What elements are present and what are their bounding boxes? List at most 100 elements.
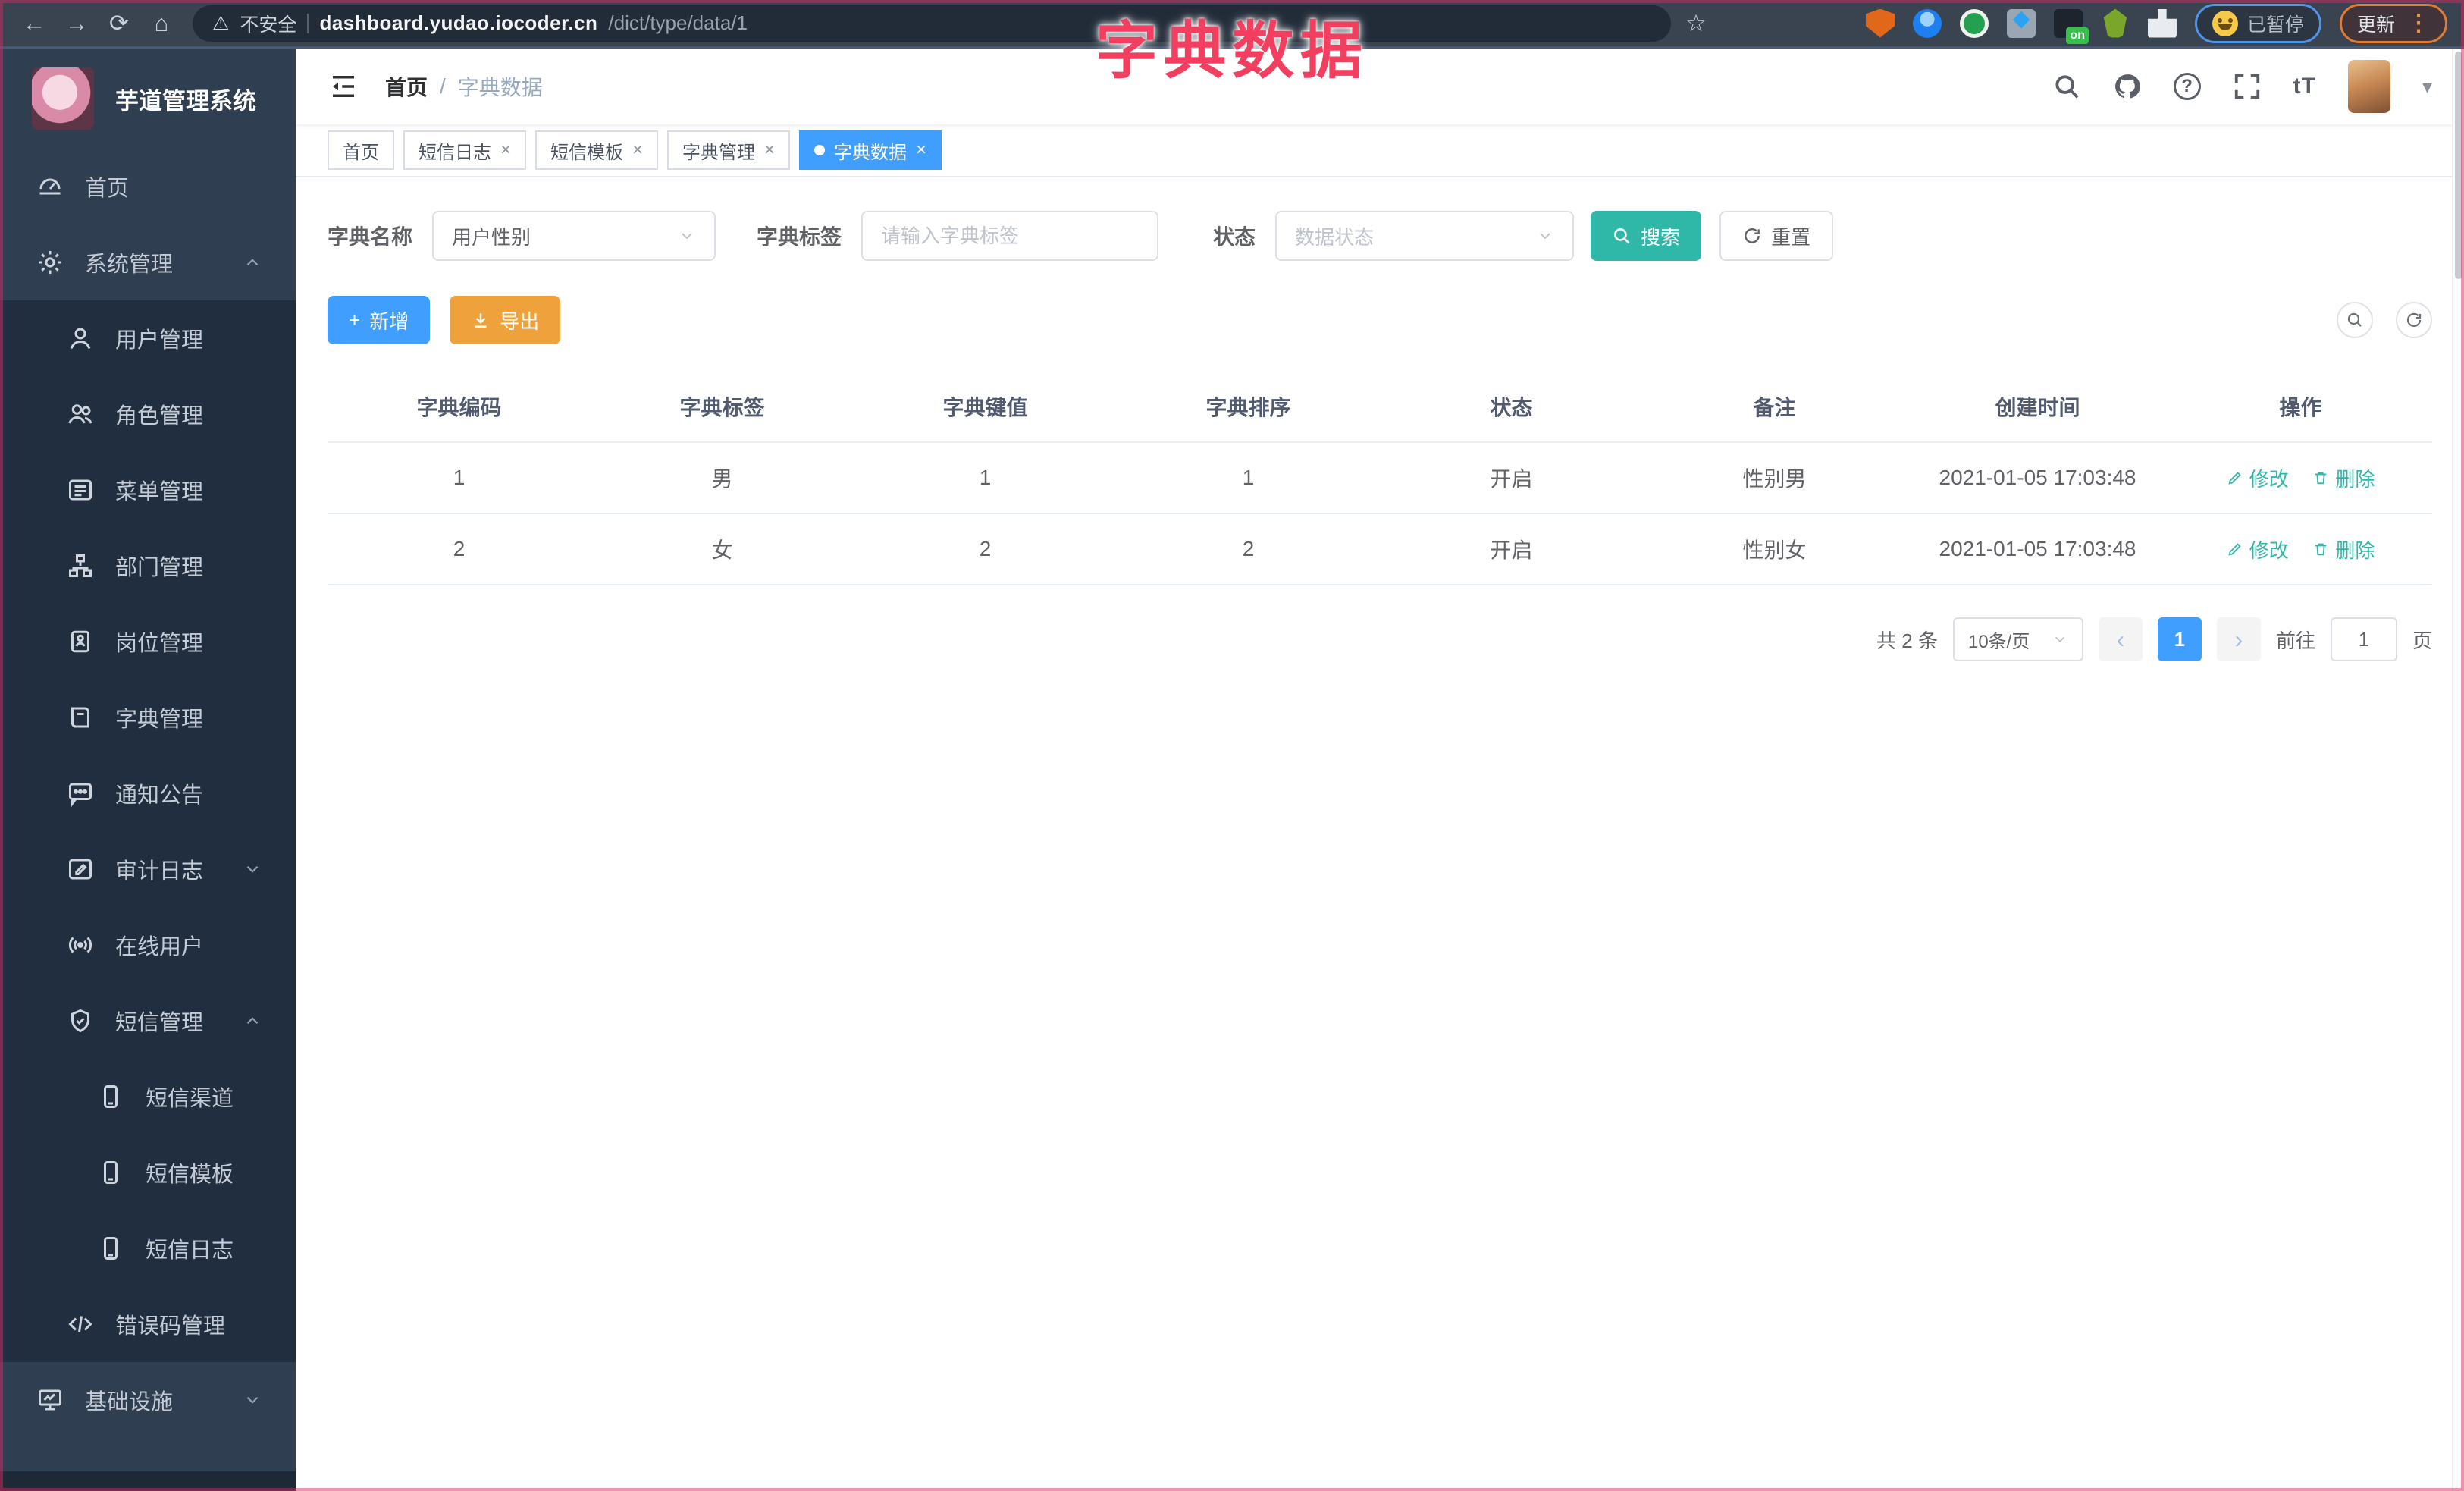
close-icon[interactable]: × [764,140,775,161]
tag-label: 首页 [343,142,379,163]
collapse-sidebar-icon[interactable] [328,71,359,102]
extensions-puzzle-icon[interactable] [2147,8,2177,38]
filter-form: 字典名称 用户性别 字典标签 状态 数据状态 搜索 重置 [328,211,2432,261]
page-unit-label: 页 [2412,629,2432,652]
help-icon[interactable]: ? [2173,73,2201,100]
close-icon[interactable]: × [500,140,511,161]
refresh-icon [2406,312,2422,327]
table-toolbar: + 新增 导出 [328,296,2432,344]
sidebar-item-error-codes[interactable]: 错误码管理 [0,1286,296,1362]
breadcrumb-home[interactable]: 首页 [385,71,428,102]
bookmark-star-icon[interactable]: ☆ [1679,6,1713,41]
status-label: 状态 [1213,225,1256,249]
dict-data-table: 字典编码 字典标签 字典键值 字典排序 状态 备注 创建时间 操作 1 男 1 … [328,373,2432,585]
export-button[interactable]: 导出 [450,296,561,344]
browser-home-icon[interactable]: ⌂ [144,6,179,41]
profile-paused-badge[interactable]: 已暂停 [2194,3,2321,43]
tag-home[interactable]: 首页 [328,130,394,170]
sidebar-item-menus[interactable]: 菜单管理 [0,452,296,528]
search-icon [2347,312,2362,327]
tag-sms-log[interactable]: 短信日志 × [403,130,527,170]
next-page-button[interactable]: › [2216,617,2261,661]
pencil-icon [2228,472,2241,485]
cell-actions: 修改 删除 [2169,513,2432,585]
sidebar-item-sms-channel[interactable]: 短信渠道 [0,1059,296,1135]
extension-stats-icon[interactable] [2006,8,2036,38]
browser-back-icon[interactable]: ← [17,6,52,41]
page-1-button[interactable]: 1 [2157,617,2202,661]
tag-label: 字典数据 [834,142,908,163]
browser-menu-kebab-icon[interactable]: ⋮ [2407,10,2430,36]
goto-page-input[interactable] [2330,617,2397,661]
security-warning-icon[interactable]: ⚠ [212,12,229,35]
sidebar-item-system[interactable]: 系统管理 [0,224,296,300]
chevron-down-icon [246,1396,259,1404]
sidebar-item-users[interactable]: 用户管理 [0,300,296,376]
goto-label: 前往 [2275,629,2315,652]
delete-link[interactable]: 删除 [2312,464,2375,492]
browser-reload-icon[interactable]: ⟳ [102,6,136,41]
trash-icon [2315,472,2327,485]
trash-icon [2315,543,2327,556]
extension-switch-icon[interactable]: on [2053,8,2089,44]
extension-shield-icon[interactable] [1865,8,1895,38]
sidebar-item-sms[interactable]: 短信管理 [0,983,296,1059]
user-avatar[interactable] [2347,60,2390,113]
sidebar-item-home[interactable]: 首页 [0,149,296,224]
dict-tag-input[interactable] [861,211,1159,261]
page-scrollbar[interactable] [2452,49,2464,1491]
browser-forward-icon[interactable]: → [59,6,94,41]
tag-sms-template[interactable]: 短信模板 × [535,130,659,170]
search-icon[interactable] [2052,72,2081,101]
prev-page-button[interactable]: ‹ [2098,617,2143,661]
app-logo[interactable]: 芋道管理系统 [0,49,296,149]
search-button[interactable]: 搜索 [1591,211,1702,261]
sidebar-item-infrastructure[interactable]: 基础设施 [0,1362,296,1438]
tag-dict-data[interactable]: 字典数据 × [799,130,942,170]
app-title: 芋道管理系统 [115,87,256,115]
extension-blue-icon[interactable] [1912,8,1942,38]
col-header: 字典标签 [591,373,854,443]
plus-icon: + [349,308,361,331]
address-bar[interactable]: ⚠ 不安全 dashboard.yudao.iocoder.cn /dict/t… [193,5,1671,42]
sidebar-item-label: 短信日志 [146,1238,234,1263]
avatar-caret-icon[interactable]: ▾ [2422,75,2432,99]
fullscreen-icon[interactable] [2233,72,2262,101]
scrollbar-thumb[interactable] [2455,52,2462,279]
annotation-title: 字典数据 [1095,17,1369,86]
chevron-down-icon [2055,636,2065,643]
cell-sort: 2 [1117,513,1380,585]
sidebar-item-online-users[interactable]: 在线用户 [0,907,296,983]
refresh-table-button[interactable] [2396,302,2432,338]
col-header: 创建时间 [1906,373,2169,443]
sidebar-item-roles[interactable]: 角色管理 [0,376,296,452]
font-size-icon[interactable]: tT [2293,74,2316,99]
page-size-select[interactable]: 10条/页 [1952,617,2083,661]
github-icon[interactable] [2113,72,2142,101]
url-domain: dashboard.yudao.iocoder.cn [319,11,598,34]
reset-button[interactable]: 重置 [1719,211,1834,261]
sidebar-item-audit-log[interactable]: 审计日志 [0,831,296,907]
edit-link[interactable]: 修改 [2227,464,2289,492]
show-search-toggle-button[interactable] [2337,302,2373,338]
status-select[interactable]: 数据状态 [1275,211,1575,261]
tag-dict-manage[interactable]: 字典管理 × [667,130,791,170]
extension-sprout-icon[interactable] [2103,8,2127,38]
sidebar-item-sms-log[interactable]: 短信日志 [0,1210,296,1286]
delete-link[interactable]: 删除 [2312,535,2375,563]
sidebar-item-dict[interactable]: 字典管理 [0,680,296,755]
close-icon[interactable]: × [632,140,643,161]
sidebar-item-posts[interactable]: 岗位管理 [0,604,296,680]
sidebar-item-notices[interactable]: 通知公告 [0,755,296,831]
close-icon[interactable]: × [916,140,926,161]
browser-update-button[interactable]: 更新 ⋮ [2339,3,2447,43]
org-tree-icon [69,554,92,577]
gear-icon [39,251,61,274]
extension-green-check-icon[interactable] [1959,8,1989,38]
sidebar-item-sms-template[interactable]: 短信模板 [0,1135,296,1210]
col-header: 操作 [2169,373,2432,443]
edit-link[interactable]: 修改 [2227,535,2289,563]
dict-name-select[interactable]: 用户性别 [432,211,716,261]
sidebar-item-departments[interactable]: 部门管理 [0,528,296,604]
add-button[interactable]: + 新增 [328,296,431,344]
